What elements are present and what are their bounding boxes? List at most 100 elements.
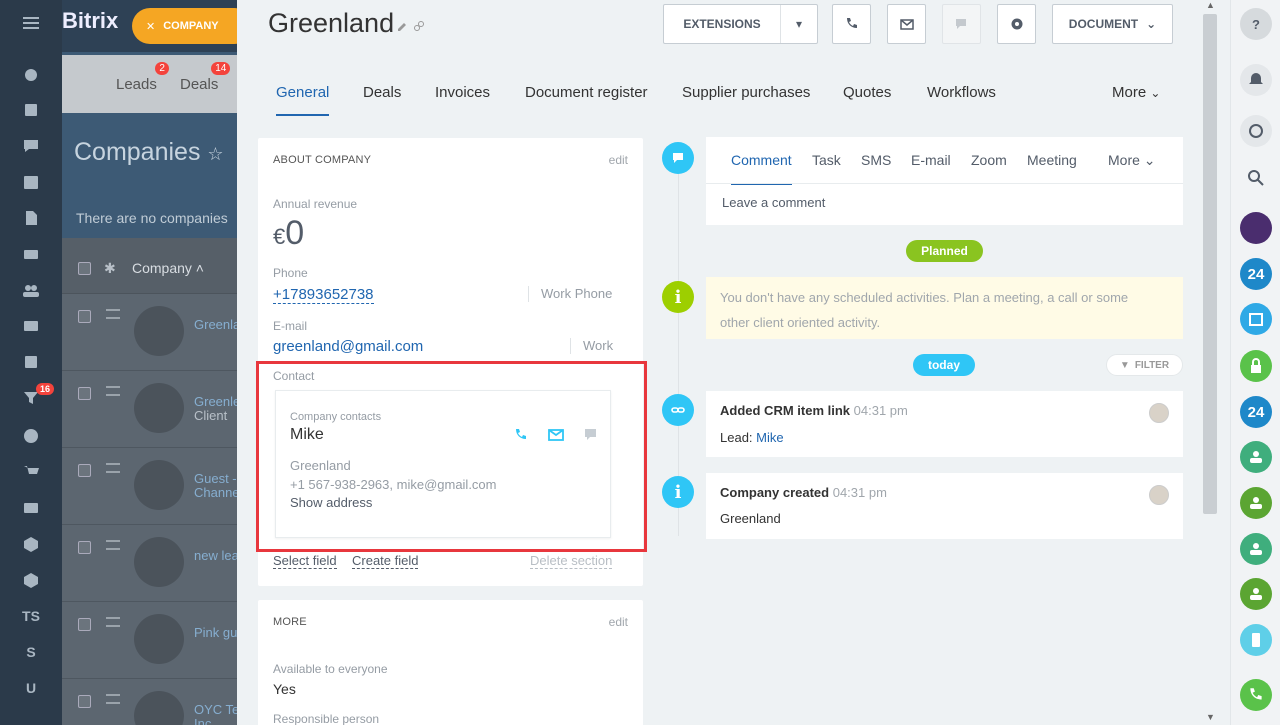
scroll-up-icon[interactable]: ▲ [1206,0,1215,10]
calendar-icon[interactable] [1240,303,1272,335]
tab-quotes[interactable]: Quotes [843,84,891,101]
filter-icon[interactable]: 16 [0,381,62,415]
search-icon[interactable] [1240,162,1272,194]
settings-icon[interactable]: ✱ [104,260,116,277]
cart-icon[interactable] [0,455,62,489]
table-row[interactable]: OYC Te Inc. [62,679,238,725]
table-row[interactable]: new lea [62,525,238,602]
filter-button[interactable]: ▼ FILTER [1106,354,1183,376]
mail-icon[interactable] [0,309,62,343]
settings-button[interactable] [997,4,1036,44]
box-icon[interactable] [0,527,62,561]
avatar[interactable] [1149,485,1169,505]
scrollbar[interactable] [1203,14,1217,514]
tab-email[interactable]: E-mail [911,152,951,168]
row-checkbox[interactable] [78,695,91,708]
comment-input[interactable]: Leave a comment [722,195,825,210]
lock-icon[interactable] [1240,350,1272,382]
tab-deals[interactable]: Deals [363,84,401,101]
target-icon[interactable] [0,419,62,453]
tab-more[interactable]: More ⌄ [1108,152,1156,169]
menu-icon[interactable] [0,6,62,40]
row-checkbox[interactable] [78,541,91,554]
tab-workflows[interactable]: Workflows [927,84,996,101]
tab-general[interactable]: General [276,84,330,116]
chevron-down-icon[interactable]: ▾ [781,17,817,31]
select-all-checkbox[interactable] [78,262,91,275]
row-menu-icon[interactable] [106,386,120,396]
row-name[interactable]: Guest - Channe [194,472,238,500]
group-icon[interactable] [1240,578,1272,610]
sidebar-item-s[interactable]: S [0,635,62,669]
row-menu-icon[interactable] [106,540,120,550]
tab-invoices[interactable]: Invoices [435,84,490,101]
row-name[interactable]: new lea [194,549,238,563]
close-icon[interactable]: ✕ [146,20,155,33]
bell-icon[interactable] [1240,64,1272,96]
tasks-icon[interactable] [0,345,62,379]
phone-icon[interactable] [1240,679,1272,711]
tab-sms[interactable]: SMS [861,152,891,168]
row-name[interactable]: Pink gu [194,626,237,640]
table-row[interactable]: Pink gu [62,602,238,679]
tab-more[interactable]: More ⌄ [1112,84,1160,101]
row-checkbox[interactable] [78,387,91,400]
email-button[interactable] [887,4,926,44]
tab-task[interactable]: Task [812,152,841,168]
select-field-link[interactable]: Select field [273,553,337,569]
call-button[interactable] [832,4,871,44]
tab-zoom[interactable]: Zoom [971,152,1007,168]
row-checkbox[interactable] [78,464,91,477]
group-icon[interactable] [1240,441,1272,473]
email-value[interactable]: greenland@gmail.com [273,338,423,355]
tab-leads[interactable]: Leads 2 [116,62,169,93]
chat-icon[interactable] [0,129,62,163]
column-header-company[interactable]: Company ˄ [132,260,204,276]
lead-link[interactable]: Mike [756,430,783,445]
crm-icon[interactable] [0,58,62,92]
edit-icon[interactable] [397,20,409,32]
scroll-down-icon[interactable]: ▼ [1206,712,1215,722]
tab-document-register[interactable]: Document register [525,84,648,101]
tab-comment[interactable]: Comment [731,152,792,185]
calendar-icon[interactable] [0,165,62,199]
sidebar-item-ts[interactable]: TS [0,599,62,633]
row-name[interactable]: OYC Te Inc. [194,703,238,725]
create-field-link[interactable]: Create field [352,553,419,569]
row-menu-icon[interactable] [106,617,120,627]
phone-list-icon[interactable] [1240,624,1272,656]
table-row[interactable]: Greenle Client [62,371,238,448]
edit-link[interactable]: edit [609,153,628,167]
contact-card-icon[interactable] [0,491,62,525]
tab-supplier-purchases[interactable]: Supplier purchases [682,84,810,101]
scrollbar-thumb[interactable] [1203,14,1217,514]
bitrix24-icon[interactable]: 24 [1240,258,1272,290]
drive-icon[interactable] [0,237,62,271]
row-checkbox[interactable] [78,618,91,631]
employees-icon[interactable] [0,273,62,307]
help-icon[interactable]: ? [1240,8,1272,40]
row-name[interactable]: Greenle Client [194,395,238,423]
row-checkbox[interactable] [78,310,91,323]
table-row[interactable]: Guest - Channe [62,448,238,525]
avatar[interactable] [1149,403,1169,423]
row-menu-icon[interactable] [106,694,120,704]
tab-meeting[interactable]: Meeting [1027,152,1077,168]
phone-value[interactable]: +17893652738 [273,286,374,304]
table-row[interactable]: Greenla [62,294,238,371]
group-icon[interactable] [1240,533,1272,565]
delete-section-link[interactable]: Delete section [530,553,613,569]
sidebar-item-u[interactable]: U [0,671,62,705]
tab-deals[interactable]: Deals 14 [180,62,231,93]
extensions-button[interactable]: EXTENSIONS ▾ [663,4,818,44]
group-icon[interactable] [1240,487,1272,519]
bitrix24-icon[interactable]: 24 [1240,396,1272,428]
feed-icon[interactable] [0,93,62,127]
documents-icon[interactable] [0,201,62,235]
avatar[interactable] [1240,212,1272,244]
link-icon[interactable] [413,20,425,32]
edit-link[interactable]: edit [609,615,628,629]
row-menu-icon[interactable] [106,463,120,473]
box2-icon[interactable] [0,563,62,597]
chat-button[interactable] [942,4,981,44]
